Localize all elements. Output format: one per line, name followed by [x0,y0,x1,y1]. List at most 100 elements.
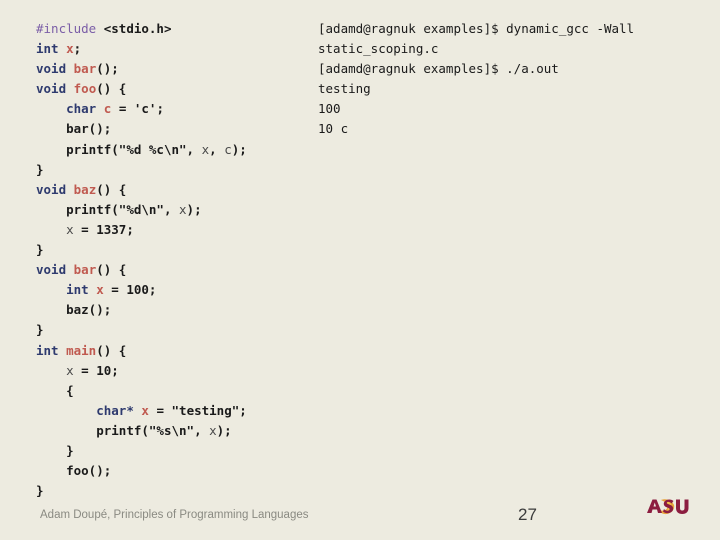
token-punctuation: () { [96,342,127,358]
token-keyword: void [36,81,67,97]
token-punctuation: , [209,141,217,157]
code-line: bar(); [36,119,312,139]
code-line: void baz() { [36,180,312,200]
token-declared-name: foo [73,81,97,97]
code-line: #include <stdio.h> [36,19,312,39]
code-line: } [36,240,312,260]
code-line: } [36,441,312,461]
token-call: printf( [96,422,149,438]
token-punctuation: ; [148,282,157,298]
token-number: 1337 [96,221,127,237]
token-string-literal: "%s\n" [148,422,195,438]
token-declared-name: main [66,342,97,358]
code-line: x = 10; [36,361,312,381]
token-keyword: void [36,61,67,77]
terminal-line: [adamd@ragnuk examples]$ dynamic_gcc -Wa… [318,21,635,36]
token-punctuation: ; [126,221,134,237]
token-call: printf( [66,141,119,157]
code-line: printf("%s\n", x); [36,421,312,441]
code-line: char c = 'c'; [36,99,312,119]
code-line: } [36,481,312,501]
token-declared-name: bar [73,262,97,278]
token-call: bar(); [66,121,112,137]
token-punctuation: ); [231,141,247,157]
code-line: { [36,381,312,401]
token-identifier: x [209,422,217,438]
token-string-literal: "%d\n" [118,201,164,217]
code-line: int x = 100; [36,280,312,300]
code-line: printf("%d\n", x); [36,200,312,220]
token-punctuation: } [66,442,74,458]
code-line: printf("%d %c\n", x, c); [36,140,312,160]
token-punctuation: } [36,322,44,338]
token-declared-name: bar [73,61,97,77]
token-punctuation: ; [156,101,164,117]
token-identifier: c [224,141,232,157]
token-punctuation: () { [96,81,127,97]
token-punctuation: () { [96,262,127,278]
terminal-line: testing [318,81,371,97]
code-line: baz(); [36,300,312,320]
token-declared-name: x [96,282,104,298]
token-preprocessor: #include [36,21,97,36]
token-punctuation: = [111,282,119,298]
asu-logo [646,496,690,518]
token-string-literal: "testing" [171,402,240,418]
code-line: int x; [36,39,312,59]
terminal-line: static_scoping.c [318,41,439,57]
token-string-literal: "%d %c\n" [118,141,187,157]
token-keyword: int [36,342,59,358]
token-punctuation: , [163,201,172,217]
token-call: printf( [66,201,119,217]
token-number: 100 [126,282,149,298]
token-punctuation: } [36,242,44,258]
code-line: void bar(); [36,59,312,79]
token-punctuation: ; [111,362,119,378]
footer-attribution: Adam Doupé, Principles of Programming La… [40,509,309,521]
token-punctuation: { [66,382,74,398]
token-call: baz(); [66,302,112,318]
code-listing: #include <stdio.h> int x; void bar(); vo… [36,19,312,501]
token-punctuation: () { [96,181,127,197]
token-declared-name: c [103,101,112,117]
token-declared-name: baz [73,181,97,197]
page-number: 27 [518,505,537,524]
token-keyword: void [36,262,67,278]
token-keyword: char* [96,402,134,418]
token-punctuation: ; [239,402,247,418]
code-line: void foo() { [36,79,312,99]
terminal-line: [adamd@ragnuk examples]$ ./a.out [318,61,559,77]
token-punctuation: = [81,362,89,378]
terminal-transcript: [adamd@ragnuk examples]$ dynamic_gcc -Wa… [318,19,694,140]
token-punctuation: } [36,161,44,177]
token-punctuation: = [118,101,127,117]
code-line: int main() { [36,341,312,361]
token-char-literal: 'c' [133,101,157,117]
token-keyword: char [66,101,97,117]
token-identifier: x [179,201,187,217]
code-line: x = 1337; [36,220,312,240]
token-identifier: x [66,221,74,237]
token-punctuation: = [81,221,89,237]
token-punctuation: = [156,402,164,418]
token-punctuation: (); [96,61,119,77]
token-include-path: <stdio.h> [103,21,172,36]
token-punctuation: ); [216,422,232,438]
token-keyword: int [66,282,89,298]
code-line: } [36,160,312,180]
token-call: foo(); [66,463,112,479]
token-identifier: x [201,141,210,157]
token-punctuation: , [194,422,202,438]
token-punctuation: } [36,483,44,499]
token-identifier: x [66,362,74,378]
code-line: void bar() { [36,260,312,280]
code-line: } [36,320,312,340]
token-keyword: int [36,41,59,57]
token-declared-name: x [141,402,149,418]
token-punctuation: , [186,141,195,157]
token-keyword: void [36,181,67,197]
token-number: 10 [96,362,112,378]
code-line: foo(); [36,461,312,481]
terminal-line: 100 [318,101,341,117]
slide-canvas: #include <stdio.h> int x; void bar(); vo… [0,0,720,540]
